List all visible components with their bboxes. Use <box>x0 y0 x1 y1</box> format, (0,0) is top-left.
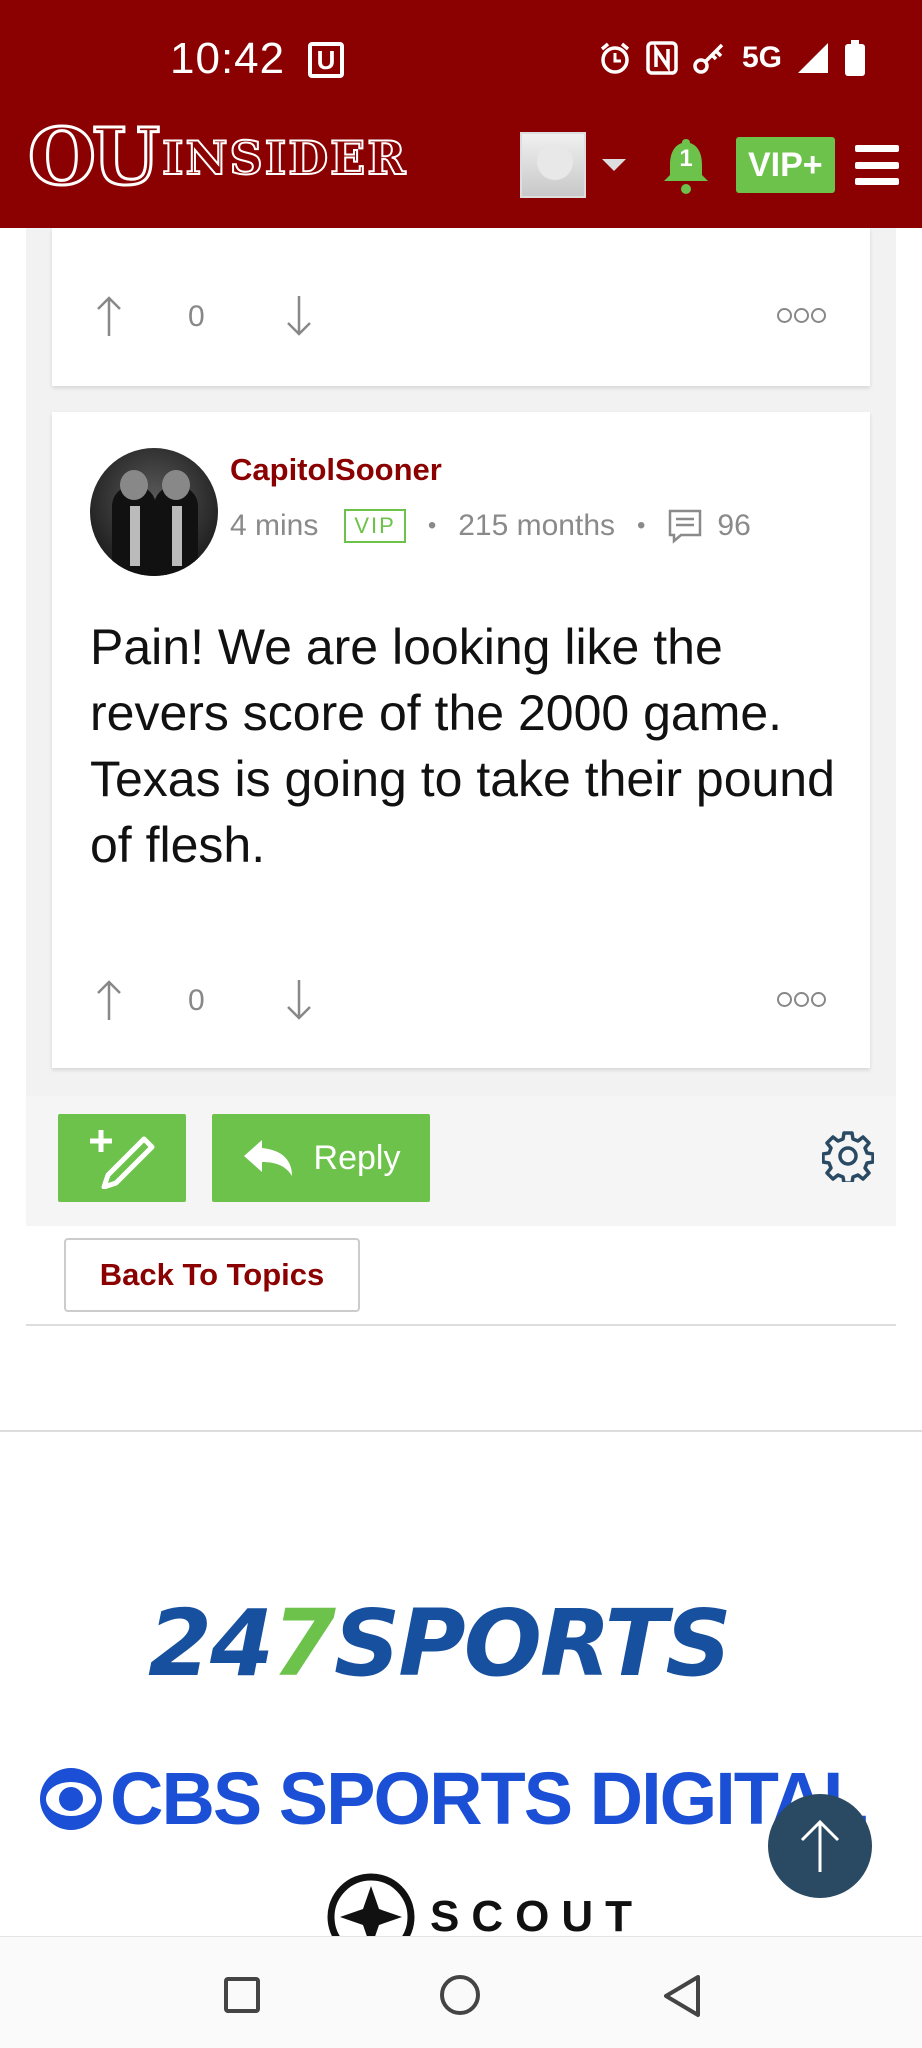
back-to-topics-button[interactable]: Back To Topics <box>64 1238 360 1312</box>
vote-count: 0 <box>188 984 205 1017</box>
recents-button[interactable] <box>224 1977 260 2013</box>
vip-badge: VIP <box>344 509 406 543</box>
vip-button[interactable]: VIP+ <box>736 137 835 193</box>
system-navigation-bar <box>0 1936 922 2048</box>
thread-toolbar: Reply <box>26 1096 896 1226</box>
reply-label: Reply <box>313 1138 401 1177</box>
logo-247-sports: SPORTS <box>334 1590 732 1697</box>
downvote-arrow-icon[interactable] <box>284 294 314 338</box>
cbs-label: CBS SPORTS DIGITAL <box>110 1757 868 1840</box>
upvote-arrow-icon[interactable] <box>94 978 124 1022</box>
comment-icon <box>669 509 702 544</box>
comment-actions: 0 <box>52 286 870 346</box>
downvote-arrow-icon[interactable] <box>284 978 314 1022</box>
nfc-icon <box>646 41 678 75</box>
logo-insider: INSIDER <box>161 130 408 186</box>
divider <box>26 1324 896 1326</box>
author-avatar[interactable] <box>90 448 218 576</box>
comment-card: CapitolSooner 4 mins VIP • 215 months • … <box>52 412 870 1068</box>
status-icons: 5G <box>598 40 866 76</box>
cbs-eye-icon <box>40 1767 102 1830</box>
battery-icon <box>845 40 865 76</box>
gear-icon[interactable] <box>822 1130 874 1182</box>
header-actions: 1 VIP+ <box>520 132 899 198</box>
notification-count: 1 <box>679 145 693 172</box>
home-button[interactable] <box>440 1975 480 2015</box>
more-options-icon[interactable] <box>777 992 826 1007</box>
network-type: 5G <box>741 41 782 74</box>
alarm-icon <box>600 42 630 74</box>
status-time: 10:42 <box>170 34 286 83</box>
reply-button[interactable]: Reply <box>212 1114 430 1202</box>
247sports-logo[interactable]: 247SPORTS <box>148 1598 732 1690</box>
reply-arrow-icon <box>243 1140 292 1176</box>
comment-body: Pain! We are looking like the revers sco… <box>90 619 835 873</box>
user-comment-count: 96 <box>717 509 751 542</box>
divider <box>0 1430 922 1432</box>
more-options-icon[interactable] <box>777 308 826 323</box>
cbs-sports-digital-logo[interactable]: CBS SPORTS DIGITAL <box>40 1756 868 1841</box>
app-notification-icon: U <box>308 42 344 78</box>
scroll-to-top-button[interactable] <box>768 1794 872 1898</box>
app-header: 10:42 U 5G OU INSIDER 1 VIP+ <box>0 0 922 228</box>
notifications-button[interactable]: 1 <box>658 135 714 195</box>
post-time: 4 mins <box>230 509 319 542</box>
logo-247-seven: 7 <box>272 1590 336 1697</box>
membership-duration: 215 months <box>458 509 616 542</box>
hamburger-menu-icon[interactable] <box>854 145 899 185</box>
site-logo[interactable]: OU INSIDER <box>27 112 408 204</box>
back-triangle-icon[interactable] <box>660 1973 704 2019</box>
comment-actions: 0 <box>52 970 870 1030</box>
author-username[interactable]: CapitolSooner <box>230 452 442 488</box>
compose-icon <box>90 1130 155 1189</box>
scout-label: SCOUT <box>430 1892 644 1941</box>
user-avatar[interactable] <box>520 132 586 198</box>
chevron-down-icon[interactable] <box>602 159 626 171</box>
logo-ou: OU <box>27 112 162 203</box>
arrow-up-icon <box>800 1819 840 1872</box>
key-icon <box>693 43 724 74</box>
new-post-button[interactable] <box>58 1114 186 1202</box>
logo-247-number: 24 <box>148 1590 274 1697</box>
vote-count: 0 <box>188 300 205 333</box>
upvote-arrow-icon[interactable] <box>94 294 124 338</box>
previous-comment-card: 0 <box>52 228 870 386</box>
status-bar: 10:42 U 5G <box>0 0 922 110</box>
comment-meta: 4 mins VIP • 215 months • 96 <box>230 508 751 544</box>
separator-dot: • <box>637 512 646 539</box>
separator-dot: • <box>427 512 437 539</box>
signal-icon <box>798 43 828 73</box>
